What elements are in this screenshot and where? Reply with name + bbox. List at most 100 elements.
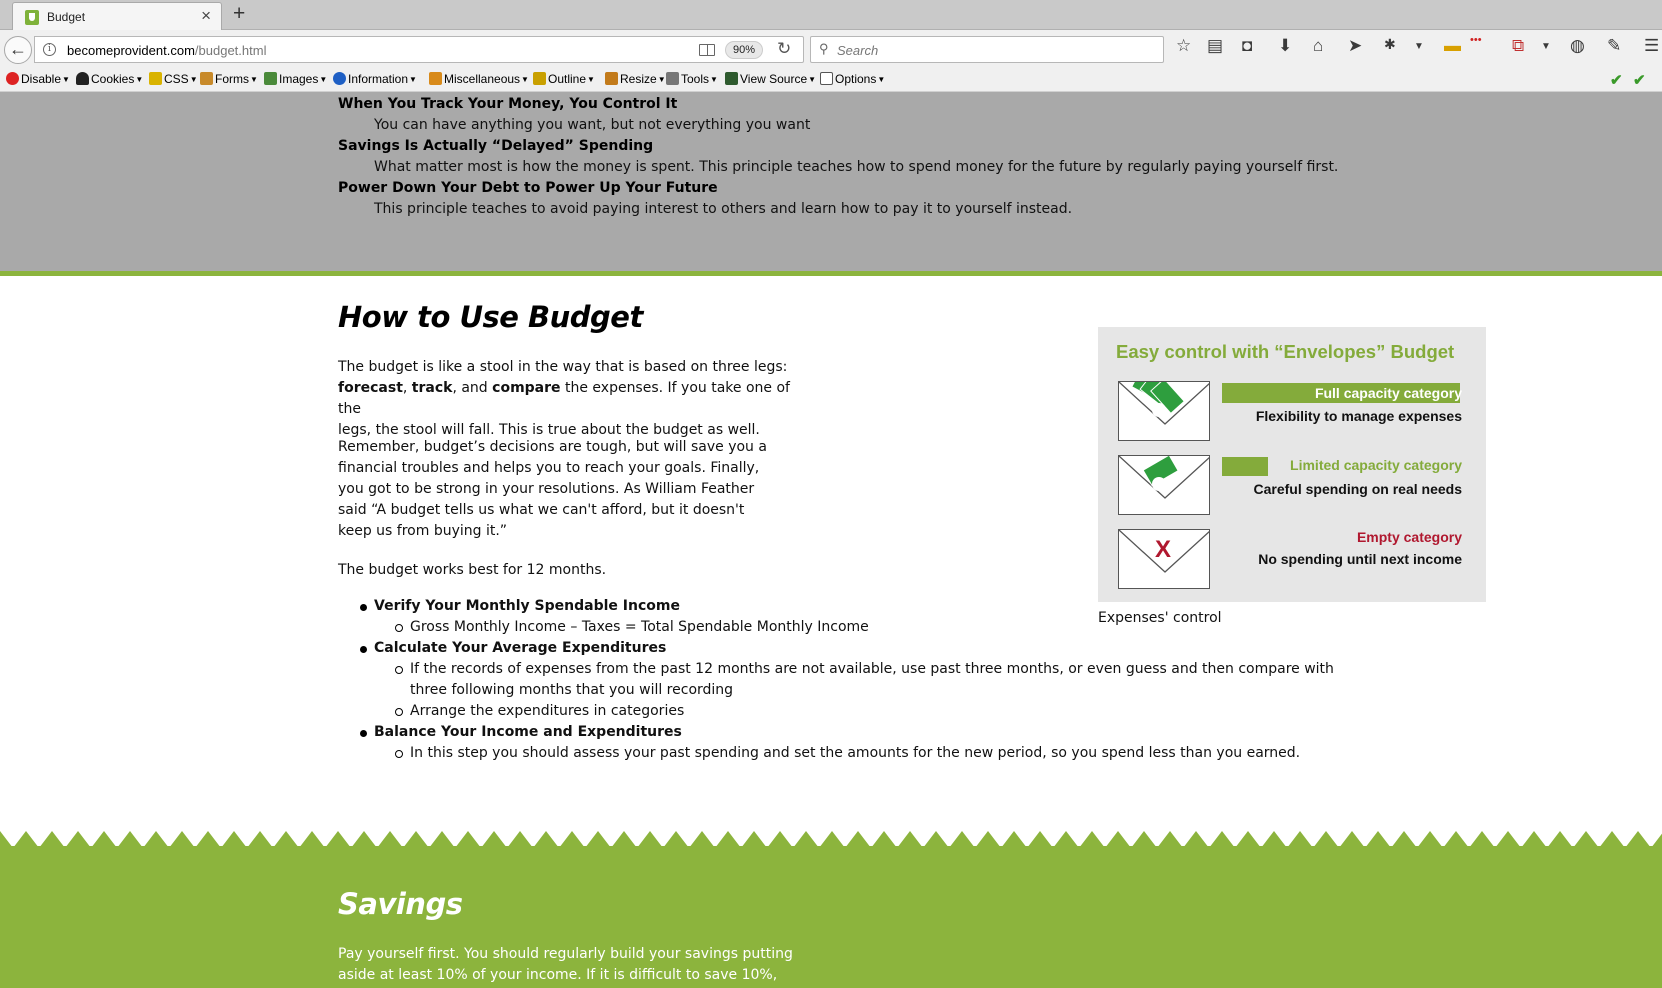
bookmark-star-icon[interactable]: ☆ xyxy=(1176,37,1191,54)
options-icon xyxy=(820,72,833,85)
images-icon xyxy=(264,72,277,85)
dev-menu-label: Options xyxy=(835,72,877,86)
url-bar[interactable]: i becomeprovident.com/budget.html 90% ↻ xyxy=(34,36,804,63)
savings-paragraph: Pay yourself first. You should regularly… xyxy=(338,946,793,983)
bullet-icon xyxy=(360,646,367,653)
url-path: /budget.html xyxy=(194,43,267,58)
step-detail: In this step you should assess your past… xyxy=(410,745,1301,761)
zoom-level[interactable]: 90% xyxy=(725,41,763,59)
bookmarks-library-icon[interactable]: ▤ xyxy=(1207,37,1223,54)
savings-heading: Savings xyxy=(338,887,463,921)
favicon-icon xyxy=(25,10,39,25)
search-icon: ⚲ xyxy=(819,41,829,56)
principles-section xyxy=(0,92,1662,272)
intro-text: legs, the stool will fall. This is true … xyxy=(338,422,760,438)
sub-bullet-icon xyxy=(395,750,403,758)
ruler-icon[interactable]: ▬ xyxy=(1444,37,1461,54)
information-icon xyxy=(333,72,346,85)
search-bar[interactable]: ⚲ Search xyxy=(810,36,1164,63)
dev-menu-label: Tools xyxy=(681,72,710,86)
web-developer-toolbar: Disable▼ Cookies▼ CSS▼ Forms▼ Images▼ In… xyxy=(0,68,1662,92)
info-icon[interactable]: i xyxy=(43,43,56,56)
full-capacity-description: Flexibility to manage expenses xyxy=(1255,408,1462,424)
principle-description: This principle teaches to avoid paying i… xyxy=(374,201,1073,217)
download-icon[interactable]: ⬇ xyxy=(1278,37,1292,54)
savings-section xyxy=(0,846,1662,988)
tools-icon xyxy=(666,72,679,85)
outline-icon xyxy=(533,72,546,85)
sub-bullet-icon xyxy=(395,708,403,716)
keyword-compare: compare xyxy=(492,380,561,396)
step-title: Verify Your Monthly Spendable Income xyxy=(374,598,680,614)
dev-outline-menu[interactable]: Outline▼ xyxy=(533,72,595,86)
dev-miscellaneous-menu[interactable]: Miscellaneous▼ xyxy=(429,72,529,86)
new-tab-button[interactable]: + xyxy=(233,3,245,24)
dev-menu-label: Information xyxy=(348,72,409,86)
dev-view-source-menu[interactable]: View Source▼ xyxy=(725,72,816,86)
infographic-caption: Expenses' control xyxy=(1098,610,1222,626)
back-button[interactable]: ← xyxy=(4,36,32,64)
dots-icon[interactable]: ••• xyxy=(1470,35,1482,46)
reader-view-icon[interactable] xyxy=(699,44,715,56)
bullet-icon xyxy=(360,730,367,737)
tab-title: Budget xyxy=(47,10,86,24)
menu-icon[interactable]: ☰ xyxy=(1644,37,1659,54)
intro-text: The budget is like a stool in the way th… xyxy=(338,359,788,375)
limited-capacity-label: Limited capacity category xyxy=(1290,457,1462,473)
empty-category-description: No spending until next income xyxy=(1258,551,1462,567)
intro-paragraph: The budget is like a stool in the way th… xyxy=(338,359,790,438)
principle-description: You can have anything you want, but not … xyxy=(374,117,811,133)
forms-icon xyxy=(200,72,213,85)
sub-bullet-icon xyxy=(395,666,403,674)
dropdown-icon[interactable]: ▼ xyxy=(1414,42,1424,52)
reload-icon[interactable]: ↻ xyxy=(777,39,791,59)
send-icon[interactable]: ➤ xyxy=(1348,37,1362,54)
quote-paragraph: Remember, budget’s decisions are tough, … xyxy=(338,439,767,539)
eyedropper-icon[interactable]: ✎ xyxy=(1607,37,1621,54)
dropdown-icon[interactable]: ▼ xyxy=(1541,42,1551,52)
cookies-icon xyxy=(76,72,89,85)
step-title: Balance Your Income and Expenditures xyxy=(374,724,682,740)
x-mark-icon: X xyxy=(1155,536,1172,563)
url-host: becomeprovident.com xyxy=(67,43,195,58)
envelopes-infographic: Easy control with “Envelopes” Budget Ful… xyxy=(1098,327,1486,602)
keyword-forecast: forecast xyxy=(338,380,403,396)
dev-forms-menu[interactable]: Forms▼ xyxy=(200,72,258,86)
miscellaneous-icon xyxy=(429,72,442,85)
infographic-title: Easy control with “Envelopes” Budget xyxy=(1116,341,1455,362)
dev-disable-menu[interactable]: Disable▼ xyxy=(6,72,70,86)
section-divider xyxy=(0,271,1662,276)
disable-icon xyxy=(6,72,19,85)
principle-title: Savings Is Actually “Delayed” Spending xyxy=(338,138,654,154)
dev-menu-label: Images xyxy=(279,72,319,86)
limited-envelope-icon xyxy=(1118,455,1210,515)
dev-options-menu[interactable]: Options▼ xyxy=(820,72,885,86)
step-detail: If the records of expenses from the past… xyxy=(410,661,1334,698)
dev-css-menu[interactable]: CSS▼ xyxy=(149,72,198,86)
dev-menu-label: Miscellaneous xyxy=(444,72,521,86)
principle-description: What matter most is how the money is spe… xyxy=(374,159,1339,175)
home-icon[interactable]: ⌂ xyxy=(1313,37,1323,54)
url-text[interactable]: becomeprovident.com/budget.html xyxy=(67,43,266,58)
check-icon[interactable]: ✔ xyxy=(1633,71,1646,89)
limited-capacity-description: Careful spending on real needs xyxy=(1253,481,1463,497)
principle-title: Power Down Your Debt to Power Up Your Fu… xyxy=(338,180,718,196)
globe-icon[interactable]: ◍ xyxy=(1570,37,1585,54)
extension-icon[interactable]: ✱ xyxy=(1384,37,1396,51)
bullet-icon xyxy=(360,604,367,611)
tab-budget[interactable]: Budget × xyxy=(12,2,222,31)
translate-icon[interactable]: ⧉ xyxy=(1512,37,1524,54)
pocket-icon[interactable]: ◘ xyxy=(1242,37,1252,54)
dev-tools-menu[interactable]: Tools▼ xyxy=(666,72,718,86)
check-icon[interactable]: ✔ xyxy=(1610,71,1623,89)
dev-cookies-menu[interactable]: Cookies▼ xyxy=(76,72,143,86)
close-icon[interactable]: × xyxy=(201,7,211,24)
dev-images-menu[interactable]: Images▼ xyxy=(264,72,327,86)
sub-bullet-icon xyxy=(395,624,403,632)
dev-menu-label: CSS xyxy=(164,72,189,86)
dev-information-menu[interactable]: Information▼ xyxy=(333,72,417,86)
dev-resize-menu[interactable]: Resize▼ xyxy=(605,72,666,86)
search-placeholder: Search xyxy=(837,43,879,58)
dev-menu-label: Forms xyxy=(215,72,249,86)
full-envelope-icon xyxy=(1118,381,1210,441)
